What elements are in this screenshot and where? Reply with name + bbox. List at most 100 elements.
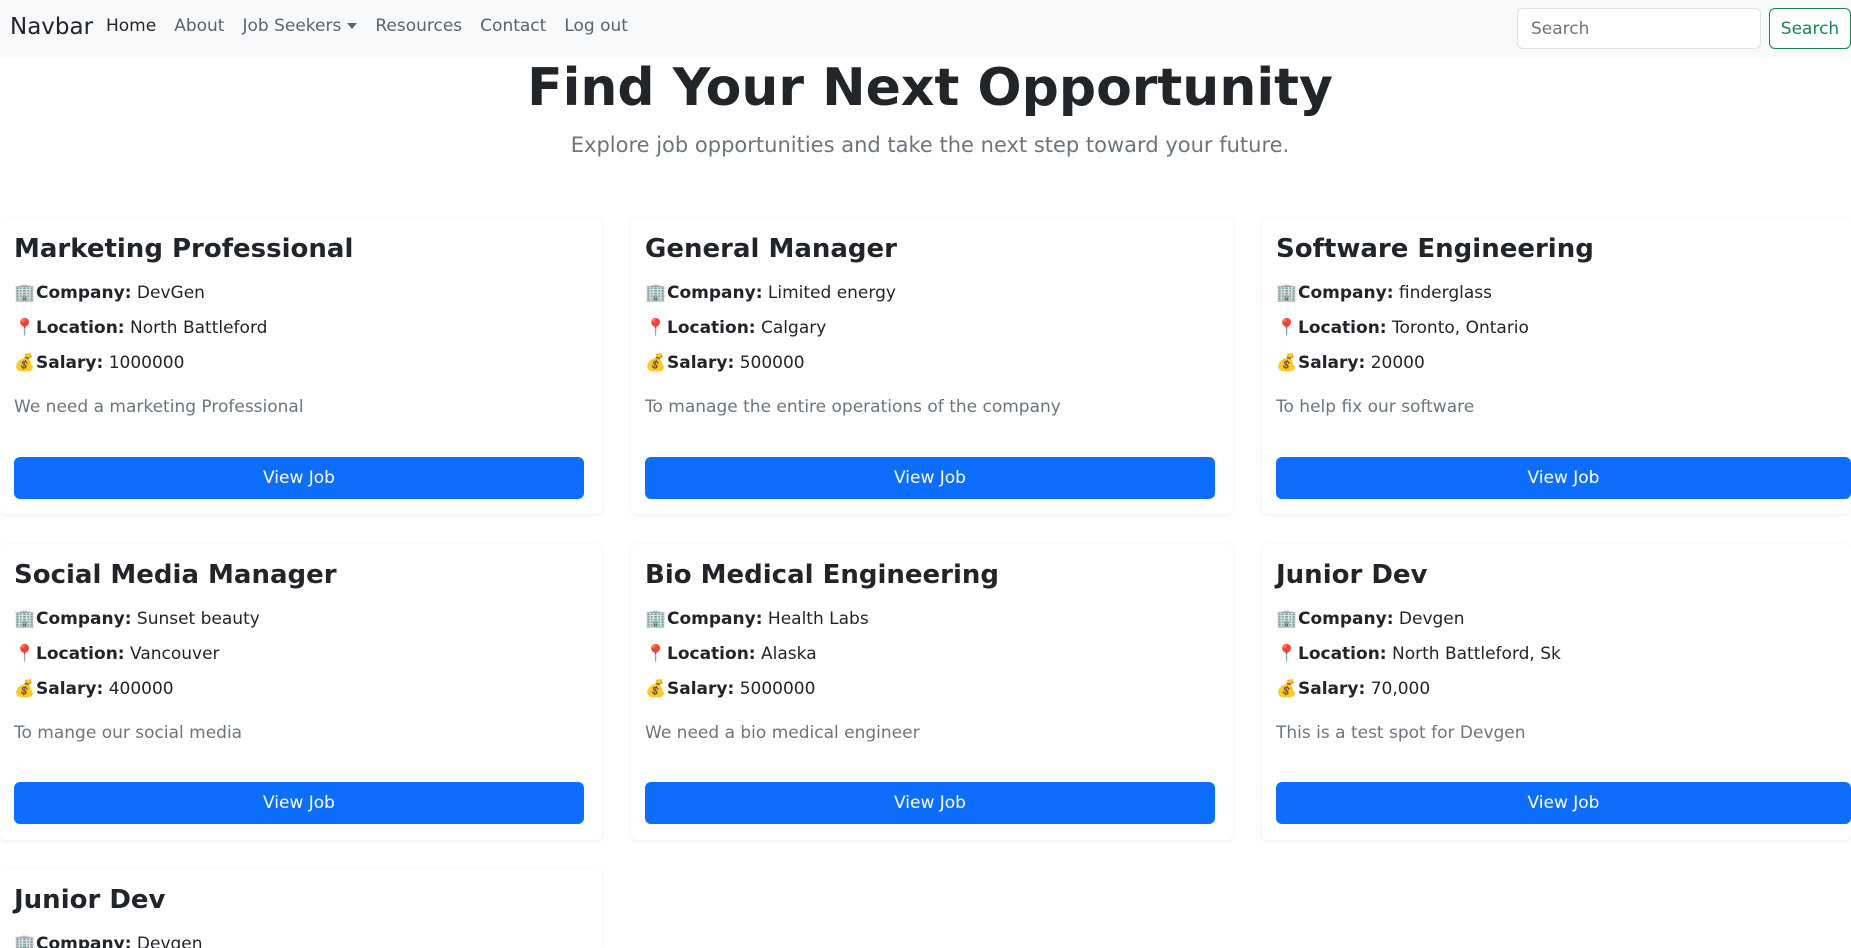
- nav-links: Home About Job Seekers Resources Contact…: [106, 16, 646, 36]
- job-title: Marketing Professional: [14, 234, 354, 264]
- nav-link-contact[interactable]: Contact: [480, 16, 546, 36]
- salary-label: Salary:: [1298, 679, 1366, 699]
- company-label: Company:: [1298, 609, 1394, 629]
- salary-label: Salary:: [667, 679, 735, 699]
- company-label: Company:: [667, 283, 763, 303]
- job-company: 🏢Company: Devgen: [1276, 609, 1465, 629]
- job-card: Social Media Manager 🏢Company: Sunset be…: [0, 544, 602, 840]
- job-location: 📍Location: Alaska: [645, 644, 817, 664]
- job-salary: 💰Salary: 70,000: [1276, 679, 1430, 699]
- job-card: Bio Medical Engineering 🏢Company: Health…: [631, 544, 1233, 840]
- job-description: To mange our social media: [14, 723, 243, 743]
- pin-icon: 📍: [14, 318, 36, 338]
- job-description: To manage the entire operations of the c…: [645, 397, 1061, 417]
- money-bag-icon: 💰: [1276, 679, 1298, 699]
- nav-dropdown-job-seekers[interactable]: Job Seekers: [242, 16, 358, 36]
- job-card: Software Engineering 🏢Company: findergla…: [1262, 218, 1851, 514]
- pin-icon: 📍: [645, 644, 667, 664]
- search-input[interactable]: [1517, 8, 1761, 49]
- location-label: Location:: [36, 318, 125, 338]
- building-icon: 🏢: [645, 283, 667, 303]
- salary-label: Salary:: [36, 679, 104, 699]
- job-description: We need a marketing Professional: [14, 397, 304, 417]
- nav-link-about[interactable]: About: [174, 16, 224, 36]
- job-description: This is a test spot for Devgen: [1276, 723, 1526, 743]
- money-bag-icon: 💰: [645, 679, 667, 699]
- job-salary: 💰Salary: 500000: [645, 353, 805, 373]
- salary-value: 20000: [1370, 353, 1425, 373]
- view-job-button[interactable]: View Job: [645, 457, 1215, 499]
- view-job-button[interactable]: View Job: [1276, 782, 1851, 824]
- salary-value: 400000: [108, 679, 174, 699]
- job-company: 🏢Company: Limited energy: [645, 283, 896, 303]
- view-job-button[interactable]: View Job: [645, 782, 1215, 824]
- money-bag-icon: 💰: [14, 679, 36, 699]
- page-title: Find Your Next Opportunity: [527, 58, 1333, 118]
- salary-value: 1000000: [108, 353, 185, 373]
- job-title: General Manager: [645, 234, 897, 264]
- job-salary: 💰Salary: 20000: [1276, 353, 1425, 373]
- nav-link-resources[interactable]: Resources: [375, 16, 462, 36]
- job-card: General Manager 🏢Company: Limited energy…: [631, 218, 1233, 514]
- pin-icon: 📍: [1276, 318, 1298, 338]
- job-salary: 💰Salary: 400000: [14, 679, 174, 699]
- location-value: North Battleford, Sk: [1392, 644, 1561, 664]
- location-value: North Battleford: [130, 318, 268, 338]
- location-label: Location:: [36, 644, 125, 664]
- salary-label: Salary:: [667, 353, 735, 373]
- pin-icon: 📍: [1276, 644, 1298, 664]
- job-location: 📍Location: Calgary: [645, 318, 826, 338]
- building-icon: 🏢: [645, 609, 667, 629]
- location-label: Location:: [1298, 318, 1387, 338]
- location-label: Location:: [667, 644, 756, 664]
- money-bag-icon: 💰: [645, 353, 667, 373]
- company-value: Health Labs: [767, 609, 869, 629]
- company-label: Company:: [1298, 283, 1394, 303]
- money-bag-icon: 💰: [14, 353, 36, 373]
- job-location: 📍Location: Toronto, Ontario: [1276, 318, 1529, 338]
- job-title: Bio Medical Engineering: [645, 560, 1000, 590]
- page-subtitle: Explore job opportunities and take the n…: [570, 133, 1290, 157]
- salary-label: Salary:: [1298, 353, 1366, 373]
- job-company: 🏢Company: Sunset beauty: [14, 609, 260, 629]
- company-value: finderglass: [1398, 283, 1492, 303]
- company-label: Company:: [36, 609, 132, 629]
- building-icon: 🏢: [1276, 609, 1298, 629]
- job-company: 🏢Company: DevGen: [14, 283, 205, 303]
- job-company: 🏢Company: Health Labs: [645, 609, 869, 629]
- job-location: 📍Location: Vancouver: [14, 644, 220, 664]
- salary-value: 5000000: [739, 679, 816, 699]
- job-card: Marketing Professional 🏢Company: DevGen …: [0, 218, 602, 514]
- pin-icon: 📍: [14, 644, 36, 664]
- view-job-button[interactable]: View Job: [14, 457, 584, 499]
- salary-label: Salary:: [36, 353, 104, 373]
- nav-link-logout[interactable]: Log out: [564, 16, 628, 36]
- navbar-brand[interactable]: Navbar: [10, 14, 93, 40]
- location-value: Calgary: [761, 318, 827, 338]
- job-location: 📍Location: North Battleford: [14, 318, 267, 338]
- company-value: Devgen: [136, 934, 203, 948]
- company-label: Company:: [36, 934, 132, 948]
- job-title: Junior Dev: [14, 885, 166, 915]
- location-value: Vancouver: [130, 644, 220, 664]
- view-job-button[interactable]: View Job: [14, 782, 584, 824]
- nav-link-home[interactable]: Home: [106, 16, 156, 36]
- pin-icon: 📍: [645, 318, 667, 338]
- company-value: DevGen: [136, 283, 205, 303]
- company-value: Devgen: [1398, 609, 1465, 629]
- location-value: Alaska: [761, 644, 817, 664]
- view-job-button[interactable]: View Job: [1276, 457, 1851, 499]
- company-label: Company:: [667, 609, 763, 629]
- location-label: Location:: [1298, 644, 1387, 664]
- job-salary: 💰Salary: 1000000: [14, 353, 184, 373]
- location-value: Toronto, Ontario: [1392, 318, 1529, 338]
- job-title: Social Media Manager: [14, 560, 337, 590]
- navbar: Navbar Home About Job Seekers Resources …: [0, 0, 1851, 58]
- nav-dropdown-label: Job Seekers: [242, 16, 342, 36]
- job-title: Software Engineering: [1276, 234, 1594, 264]
- company-label: Company:: [36, 283, 132, 303]
- job-description: To help fix our software: [1276, 397, 1475, 417]
- search-button[interactable]: Search: [1769, 8, 1851, 49]
- job-title: Junior Dev: [1276, 560, 1428, 590]
- job-location: 📍Location: North Battleford, Sk: [1276, 644, 1561, 664]
